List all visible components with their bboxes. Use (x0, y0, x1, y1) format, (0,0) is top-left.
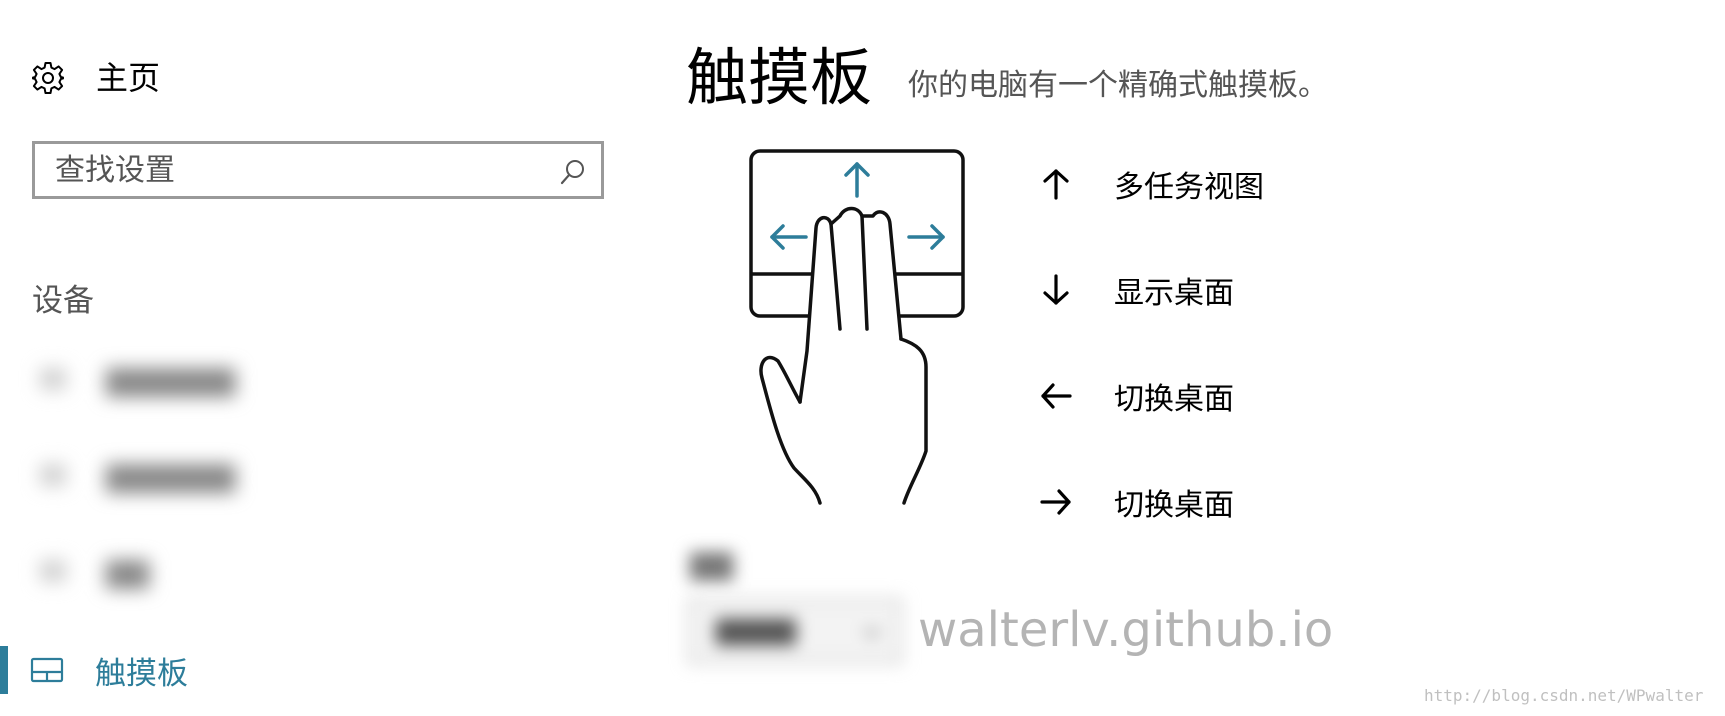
blurred-label: ▇▇▇▇▇▇ (106, 364, 236, 397)
source-credit-text: http://blog.csdn.net/WPwalter (1424, 686, 1704, 705)
selection-indicator (0, 646, 8, 694)
gesture-row: 切换桌面 (1038, 374, 1234, 418)
sidebar-section-title: 设备 (32, 283, 94, 319)
gesture-row: 切换桌面 (1038, 480, 1234, 524)
chevron-down-icon (864, 628, 880, 638)
arrow-down-icon (1043, 274, 1069, 305)
setting-dropdown-obscured[interactable]: ▇▇▇▇ (688, 598, 902, 664)
sidebar-item-obscured[interactable]: ▇▇▇▇▇▇ (22, 348, 342, 410)
touchpad-gesture-illustration (749, 149, 965, 505)
sidebar-item-touchpad[interactable]: 触摸板 (22, 646, 188, 694)
watermark-text: walterlv.github.io (918, 602, 1334, 658)
sidebar-item-obscured[interactable]: ▇▇ (22, 540, 182, 602)
search-input[interactable] (55, 150, 525, 190)
blurred-icon (40, 368, 66, 390)
gesture-row: 显示桌面 (1038, 268, 1234, 312)
sidebar-item-obscured[interactable]: ▇▇▇▇▇▇ (22, 444, 342, 506)
blurred-icon (40, 560, 66, 582)
sidebar-item-label: 触摸板 (95, 655, 188, 692)
page-subtitle: 你的电脑有一个精确式触摸板。 (908, 68, 1328, 103)
arrow-left-icon (1041, 383, 1072, 409)
sidebar-home-item[interactable]: 主页 (30, 50, 160, 106)
blurred-label: ▇▇▇▇▇▇ (106, 460, 236, 493)
search-box (32, 141, 604, 199)
blurred-label: ▇▇ (106, 556, 150, 589)
gesture-label: 显示桌面 (1114, 276, 1234, 311)
gesture-label: 切换桌面 (1114, 382, 1234, 417)
arrow-right-icon (1040, 489, 1071, 515)
gesture-label: 多任务视图 (1114, 170, 1264, 205)
search-icon[interactable] (559, 158, 587, 186)
blurred-icon (40, 464, 66, 486)
page-title: 触摸板 (686, 41, 873, 114)
touchpad-icon (30, 657, 64, 683)
arrow-up-icon (1043, 169, 1069, 200)
setting-label-obscured: ▇▇ (690, 548, 734, 581)
dropdown-value-obscured: ▇▇▇▇ (716, 616, 796, 646)
gesture-row: 多任务视图 (1038, 162, 1264, 206)
gesture-label: 切换桌面 (1114, 488, 1234, 523)
gear-icon (32, 62, 64, 94)
sidebar-home-label: 主页 (96, 59, 161, 97)
